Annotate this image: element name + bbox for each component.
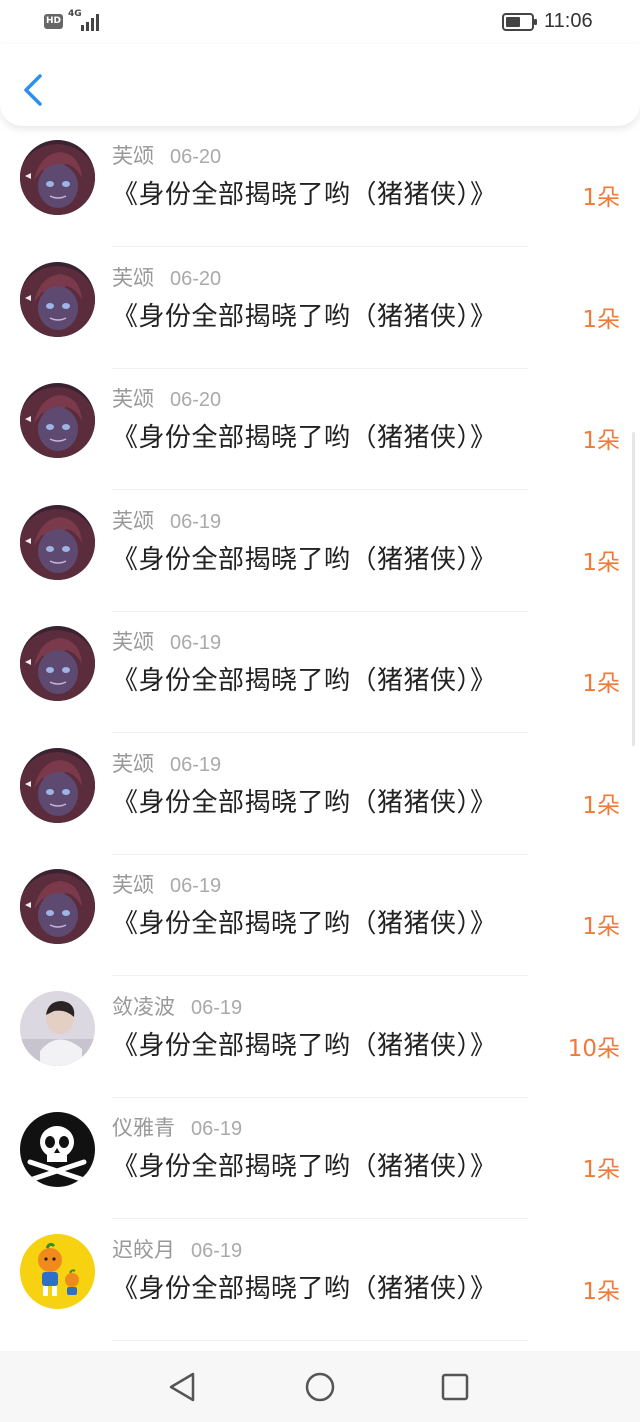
sender-name-text: 芙颂: [112, 387, 154, 411]
list-item[interactable]: 芙颂 06-19 《身份全部揭晓了哟（猪猪侠）》 1朵: [0, 491, 640, 612]
scrollbar[interactable]: [632, 432, 635, 746]
work-title[interactable]: 《身份全部揭晓了哟（猪猪侠）》: [112, 782, 497, 819]
work-title[interactable]: 《身份全部揭晓了哟（猪猪侠）》: [112, 539, 497, 576]
record-date: 06-19: [191, 1118, 243, 1140]
work-title[interactable]: 《身份全部揭晓了哟（猪猪侠）》: [112, 903, 497, 940]
list-item[interactable]: 芙颂 06-20 《身份全部揭晓了哟（猪猪侠）》 1朵: [0, 369, 640, 490]
list-item[interactable]: 芙颂 06-19 《身份全部揭晓了哟（猪猪侠）》 1朵: [0, 855, 640, 976]
record-date: 06-20: [170, 389, 222, 411]
sender-name-text: 芙颂: [112, 508, 154, 533]
avatar[interactable]: [20, 869, 95, 944]
avatar[interactable]: [20, 261, 95, 337]
record-date: 06-19: [191, 996, 243, 1019]
avatar[interactable]: [20, 626, 95, 701]
back-triangle-icon[interactable]: [165, 1369, 201, 1405]
flower-count: 1朵: [582, 1278, 620, 1305]
sender-name: 芙颂 06-20: [112, 140, 221, 170]
record-date: 06-20: [170, 267, 222, 290]
avatar[interactable]: [20, 990, 95, 1066]
avatar[interactable]: [20, 747, 95, 823]
flower-count: 1朵: [582, 1157, 620, 1183]
avatar[interactable]: [20, 1112, 95, 1187]
list-item[interactable]: 芙颂 06-20 《身份全部揭晓了哟（猪猪侠）》 1朵: [0, 126, 640, 247]
sender-name-text: 芙颂: [112, 265, 154, 290]
sender-name-text: 芙颂: [112, 630, 154, 654]
chevron-left-icon[interactable]: [16, 70, 52, 110]
sender-name-text: 敛凌波: [112, 994, 175, 1019]
sender-name-text: 芙颂: [112, 144, 154, 168]
flower-count: 10朵: [567, 1035, 620, 1062]
system-navigation-bar: [0, 1351, 640, 1422]
work-title[interactable]: 《身份全部揭晓了哟（猪猪侠）》: [112, 296, 497, 333]
avatar[interactable]: [20, 1233, 95, 1309]
row-divider: [112, 1339, 528, 1341]
sender-name-text: 迟皎月: [112, 1237, 175, 1262]
avatar[interactable]: [20, 140, 95, 215]
recents-square-icon[interactable]: [437, 1369, 473, 1405]
work-title[interactable]: 《身份全部揭晓了哟（猪猪侠）》: [112, 1025, 497, 1062]
flower-count: 1朵: [582, 428, 620, 454]
record-date: 06-19: [170, 875, 222, 897]
sender-name: 芙颂 06-19: [112, 748, 221, 778]
sender-name: 迟皎月 06-19: [112, 1234, 242, 1264]
sender-name: 芙颂 06-19: [112, 869, 221, 899]
avatar[interactable]: [20, 504, 95, 580]
sender-name: 芙颂 06-19: [112, 505, 221, 535]
record-date: 06-19: [170, 510, 222, 533]
sender-name: 敛凌波 06-19: [112, 991, 242, 1021]
work-title[interactable]: 《身份全部揭晓了哟（猪猪侠）》: [112, 1146, 497, 1183]
sender-name: 仪雅青 06-19: [112, 1112, 242, 1142]
work-title[interactable]: 《身份全部揭晓了哟（猪猪侠）》: [112, 174, 497, 211]
top-nav-bar: [0, 44, 640, 126]
list-item[interactable]: 芙颂 06-19 《身份全部揭晓了哟（猪猪侠）》 1朵: [0, 612, 640, 733]
list-item[interactable]: 仪雅青 06-19 《身份全部揭晓了哟（猪猪侠）》 1朵: [0, 1098, 640, 1219]
sender-name-text: 仪雅青: [112, 1116, 175, 1140]
flower-count: 1朵: [582, 914, 620, 940]
sender-name-text: 芙颂: [112, 751, 154, 776]
list-item[interactable]: 敛凌波 06-19 《身份全部揭晓了哟（猪猪侠）》 10朵: [0, 977, 640, 1098]
work-title[interactable]: 《身份全部揭晓了哟（猪猪侠）》: [112, 660, 497, 697]
record-date: 06-19: [170, 753, 222, 776]
battery-icon: [502, 13, 537, 31]
hd-badge: HD: [44, 14, 63, 29]
flower-count: 1朵: [582, 185, 620, 211]
record-date: 06-20: [170, 146, 222, 168]
sender-name-text: 芙颂: [112, 873, 154, 897]
list-item[interactable]: 芙颂 06-19 《身份全部揭晓了哟（猪猪侠）》 1朵: [0, 734, 640, 855]
flower-count: 1朵: [582, 792, 620, 819]
avatar[interactable]: [20, 383, 95, 458]
work-title[interactable]: 《身份全部揭晓了哟（猪猪侠）》: [112, 417, 497, 454]
work-title[interactable]: 《身份全部揭晓了哟（猪猪侠）》: [112, 1268, 497, 1305]
flower-count: 1朵: [582, 671, 620, 697]
record-date: 06-19: [170, 632, 222, 654]
list-item[interactable]: 芙颂 06-20 《身份全部揭晓了哟（猪猪侠）》 1朵: [0, 248, 640, 369]
sender-name: 芙颂 06-19: [112, 626, 221, 656]
sender-name: 芙颂 06-20: [112, 383, 221, 413]
sender-name: 芙颂 06-20: [112, 262, 221, 292]
home-circle-icon[interactable]: [302, 1369, 338, 1405]
record-date: 06-19: [191, 1239, 243, 1262]
status-bar: HD 4G 11:06: [0, 0, 640, 44]
signal-icon: [81, 14, 99, 31]
flower-count: 1朵: [582, 549, 620, 576]
gift-record-list[interactable]: 芙颂 06-20 《身份全部揭晓了哟（猪猪侠）》 1朵 芙颂 06-20 《身份全部揭晓了哟…: [0, 126, 640, 1351]
list-item[interactable]: 迟皎月 06-19 《身份全部揭晓了哟（猪猪侠）》 1朵: [0, 1220, 640, 1341]
flower-count: 1朵: [582, 306, 620, 333]
status-time: 11:06: [544, 10, 593, 32]
